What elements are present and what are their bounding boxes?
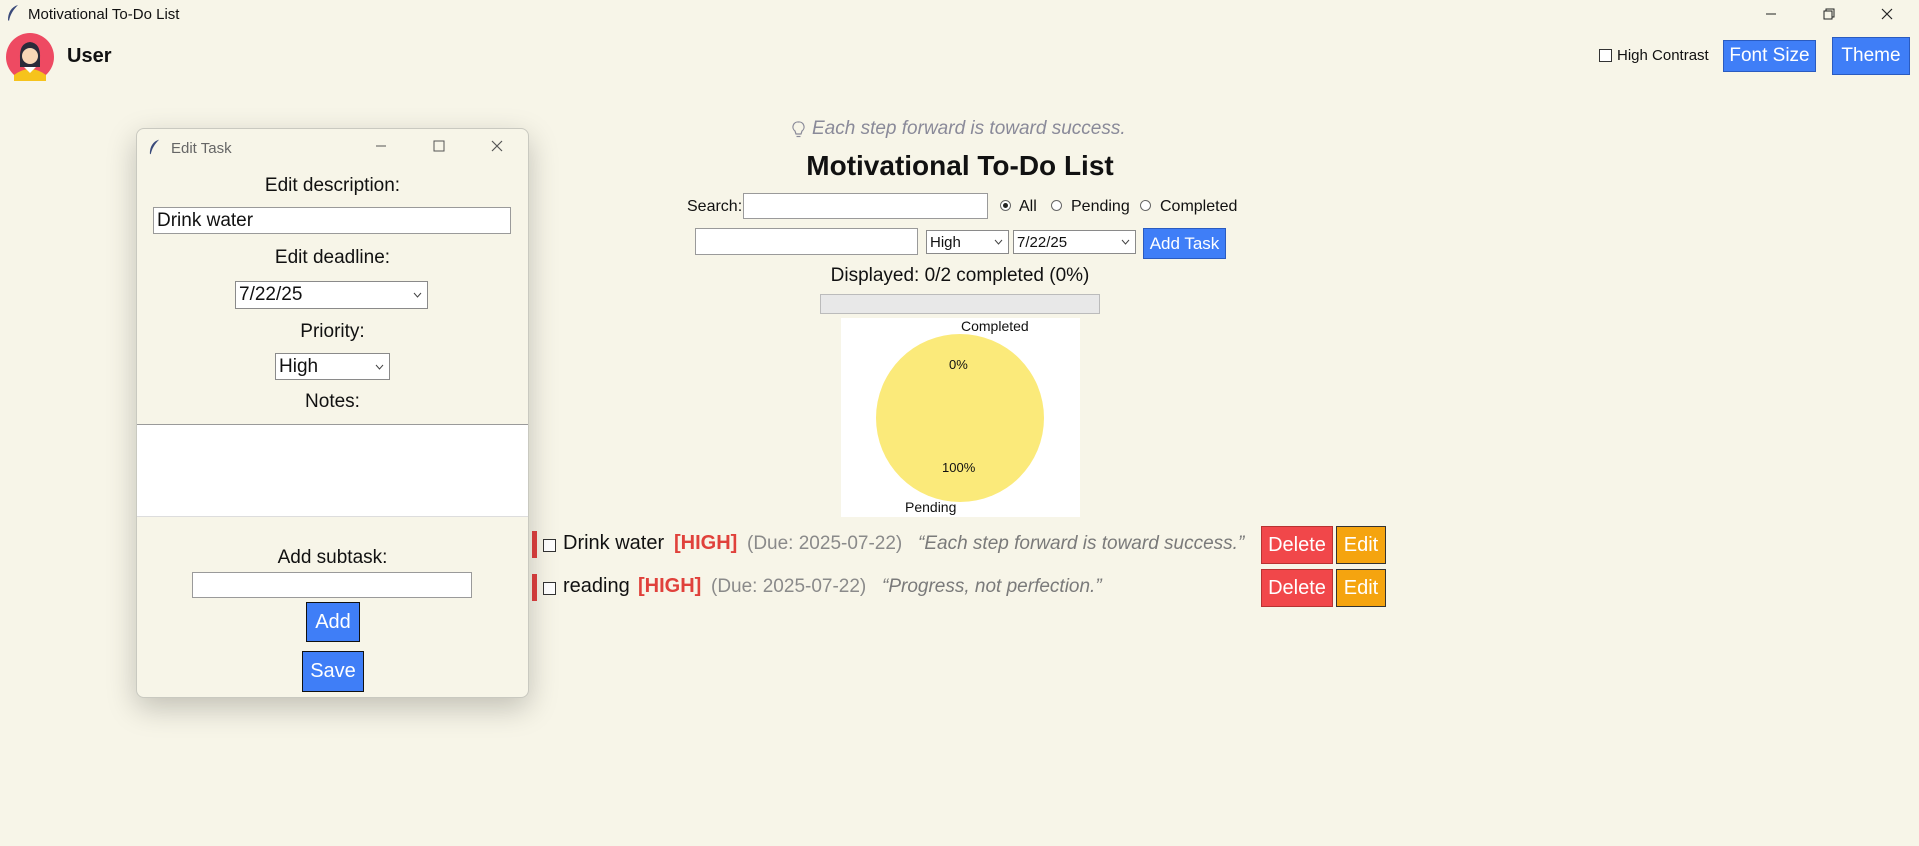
high-contrast-checkbox[interactable] [1599, 49, 1612, 62]
priority-value: High [930, 233, 961, 251]
username-label: User [67, 45, 112, 67]
pie-value-completed: 0% [949, 357, 968, 372]
chevron-down-icon [994, 239, 1003, 245]
task-name: reading [563, 575, 630, 597]
task-priority-bar [532, 574, 537, 601]
filter-all-label[interactable]: All [1019, 198, 1037, 216]
search-label: Search: [687, 198, 743, 215]
task-due: (Due: 2025-07-22) [711, 576, 867, 597]
completion-pie-chart: Completed 0% 100% Pending [841, 318, 1080, 517]
restore-icon [1823, 8, 1835, 20]
task-quote: “Each step forward is toward success.” [918, 533, 1245, 554]
task-priority: [HIGH] [674, 532, 738, 554]
date-value: 7/22/25 [1017, 233, 1068, 251]
pie-label-pending: Pending [905, 499, 957, 515]
dialog-title: Edit Task [171, 140, 232, 157]
restore-button[interactable] [1800, 0, 1858, 28]
priority-select[interactable]: High [275, 353, 390, 380]
task-priority-bar [532, 531, 537, 558]
filter-pending-radio[interactable] [1051, 200, 1062, 211]
task-checkbox[interactable] [543, 539, 556, 552]
feather-icon [149, 139, 160, 155]
minimize-icon [376, 145, 386, 147]
page-title: Motivational To-Do List [806, 150, 1114, 181]
minimize-button[interactable] [1742, 0, 1800, 28]
window-title: Motivational To-Do List [28, 6, 180, 23]
new-task-input[interactable] [695, 228, 918, 255]
new-task-priority-select[interactable]: High [926, 230, 1009, 254]
edit-task-button[interactable]: Edit [1336, 569, 1386, 607]
edit-task-dialog: Edit Task Edit description: Drink water … [136, 128, 529, 698]
edit-task-button[interactable]: Edit [1336, 526, 1386, 564]
progress-text: Displayed: 0/2 completed (0%) [830, 265, 1090, 286]
progress-bar [820, 294, 1100, 314]
maximize-icon [433, 140, 445, 152]
edit-deadline-label: Edit deadline: [274, 247, 391, 268]
search-input[interactable] [743, 193, 988, 219]
priority-value: High [279, 355, 319, 377]
notes-label: Notes: [305, 391, 360, 412]
dialog-maximize-button[interactable] [417, 129, 461, 163]
dialog-close-button[interactable] [475, 129, 519, 163]
filter-all-radio[interactable] [1000, 200, 1011, 211]
task-name: Drink water [563, 532, 665, 554]
deadline-value: 7/22/25 [239, 284, 303, 305]
task-checkbox[interactable] [543, 582, 556, 595]
pie-svg [876, 334, 1044, 502]
close-icon [1881, 8, 1893, 20]
close-icon [491, 140, 503, 152]
save-button[interactable]: Save [302, 651, 364, 692]
delete-task-button[interactable]: Delete [1261, 526, 1333, 564]
chevron-down-icon [1121, 239, 1130, 245]
window-titlebar [0, 0, 1919, 28]
theme-button[interactable]: Theme [1832, 37, 1910, 75]
dialog-minimize-button[interactable] [359, 129, 403, 163]
filter-completed-radio[interactable] [1140, 200, 1151, 211]
font-size-button[interactable]: Font Size [1723, 40, 1816, 72]
priority-label: Priority: [300, 321, 365, 342]
pie-label-completed: Completed [961, 318, 1029, 334]
edit-description-input[interactable]: Drink water [153, 207, 511, 234]
close-button[interactable] [1858, 0, 1916, 28]
notes-textarea[interactable] [137, 424, 528, 517]
new-task-date-select[interactable]: 7/22/25 [1013, 230, 1136, 254]
pie-value-pending: 100% [942, 460, 976, 475]
chevron-down-icon [375, 364, 384, 370]
motivational-quote: Each step forward is toward success. [812, 118, 1126, 139]
add-subtask-button[interactable]: Add [306, 602, 360, 642]
filter-completed-label[interactable]: Completed [1160, 198, 1237, 216]
edit-description-label: Edit description: [264, 175, 401, 196]
feather-icon [8, 5, 18, 21]
delete-task-button[interactable]: Delete [1261, 569, 1333, 607]
task-priority: [HIGH] [638, 575, 702, 597]
lightbulb-icon [792, 121, 805, 138]
chevron-down-icon [413, 292, 422, 298]
avatar [6, 33, 54, 81]
minimize-icon [1766, 13, 1776, 15]
add-subtask-label: Add subtask: [277, 547, 388, 568]
task-due: (Due: 2025-07-22) [747, 533, 903, 554]
edit-deadline-select[interactable]: 7/22/25 [235, 281, 428, 309]
subtask-input[interactable] [192, 572, 472, 598]
high-contrast-label[interactable]: High Contrast [1617, 47, 1709, 64]
add-task-button[interactable]: Add Task [1143, 228, 1226, 259]
task-quote: “Progress, not perfection.” [882, 576, 1102, 597]
filter-pending-label[interactable]: Pending [1071, 198, 1130, 216]
